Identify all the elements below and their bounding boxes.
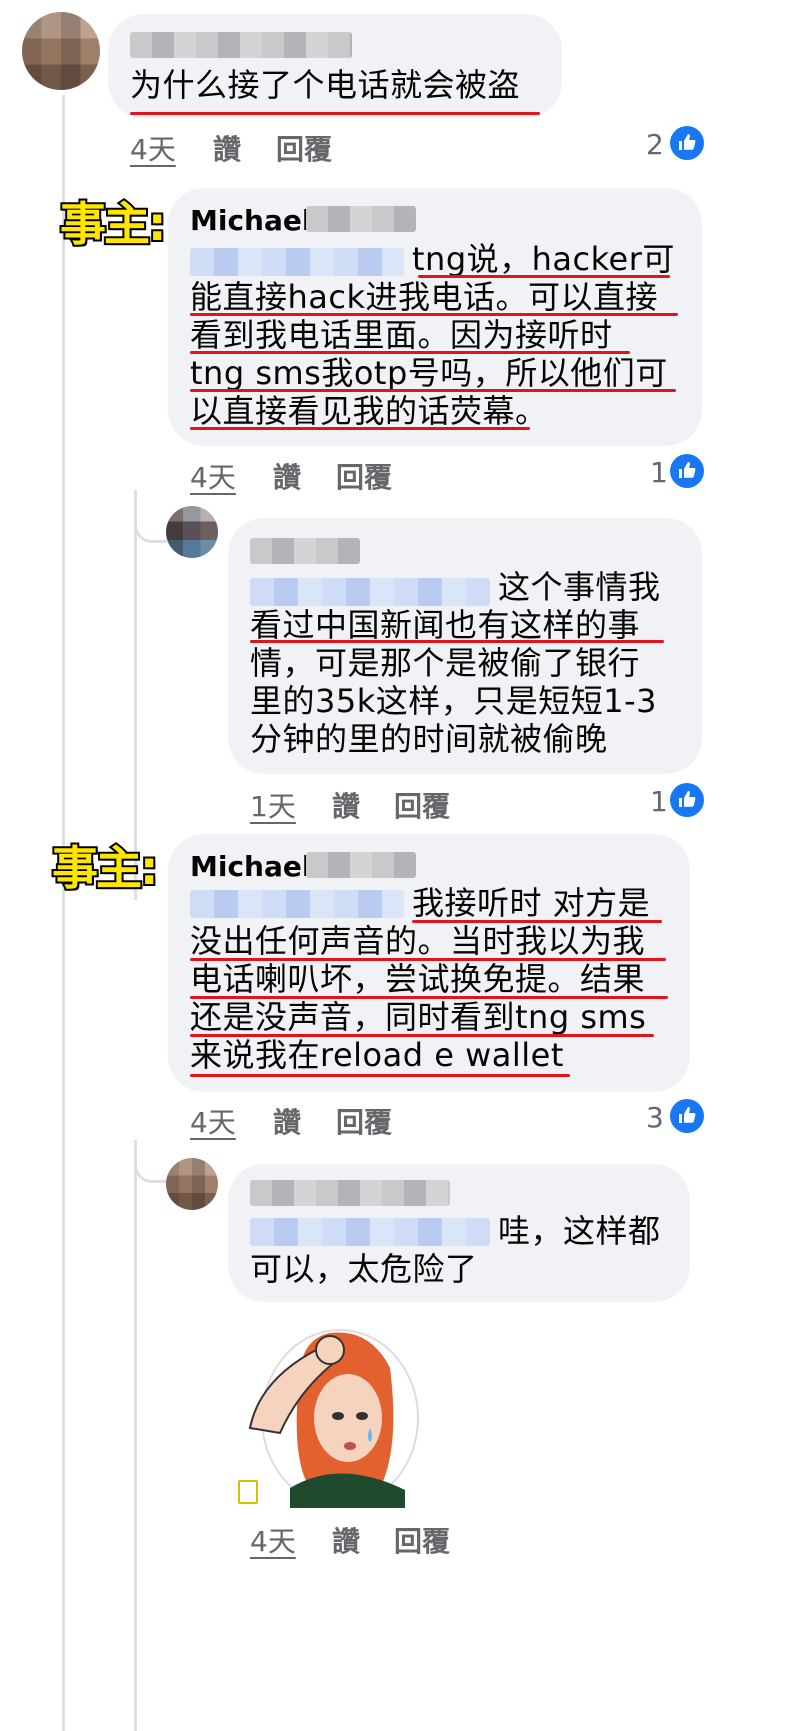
red-underline	[190, 996, 668, 999]
like-reaction-icon	[670, 454, 704, 488]
comment-text-line: 没出任何声音的。当时我以为我	[190, 922, 646, 960]
comment-text-line: 这个事情我	[498, 568, 661, 606]
blurred-mention-tag[interactable]	[190, 890, 404, 918]
like-reaction-icon	[670, 783, 704, 817]
blurred-author-name	[250, 1180, 450, 1206]
comment-text-line: 情，可是那个是被偷了银行	[250, 644, 641, 682]
comment-text-line: 我接听时 对方是	[412, 884, 651, 922]
comment-text: 为什么接了个电话就会被盗	[130, 66, 521, 104]
like-button[interactable]: 讚	[273, 456, 301, 496]
comment-time[interactable]: 4天	[250, 1520, 296, 1560]
owner-label: 事主:	[58, 195, 168, 253]
comment-text-line: 来说我在reload e wallet	[190, 1036, 564, 1074]
avatar[interactable]	[166, 1158, 218, 1210]
blurred-mention-tag[interactable]	[190, 248, 404, 276]
comment-text-line: 可以，太危险了	[250, 1250, 478, 1288]
file-icon	[238, 1480, 258, 1504]
owner-label: 事主:	[50, 839, 160, 897]
blurred-mention-tag[interactable]	[250, 1218, 490, 1246]
comment-time[interactable]: 4天	[190, 456, 236, 496]
like-button[interactable]: 讚	[332, 785, 360, 825]
thread-connector	[134, 510, 167, 543]
thread-line	[62, 95, 65, 1731]
blurred-author-name	[306, 852, 416, 878]
red-underline	[130, 112, 540, 115]
blurred-author-name	[306, 206, 416, 232]
reply-button[interactable]: 回覆	[276, 128, 332, 168]
blurred-mention-tag[interactable]	[250, 578, 490, 606]
reaction-count[interactable]: 2	[646, 128, 664, 161]
blurred-author-name	[250, 538, 360, 564]
comment-time[interactable]: 4天	[190, 1101, 236, 1141]
comment-text-line: 分钟的里的时间就被偷晚	[250, 720, 608, 758]
comment-bubble: 哇，这样都 可以，太危险了	[228, 1164, 690, 1302]
facepalm-sticker	[230, 1308, 430, 1508]
comment-bubble: Michael tng说，hacker可 能直接hack进我电话。可以直接 看到…	[168, 188, 702, 446]
comment-text-line: tng sms我otp号吗，所以他们可	[190, 354, 668, 392]
comment-text-line: 哇，这样都	[498, 1212, 661, 1250]
thread-connector	[134, 1150, 167, 1183]
comment-time[interactable]: 4天	[130, 128, 176, 168]
red-underline	[190, 389, 676, 392]
reaction-count[interactable]: 1	[650, 785, 668, 818]
like-reaction-icon	[670, 1099, 704, 1133]
reply-button[interactable]: 回覆	[394, 785, 450, 825]
reply-button[interactable]: 回覆	[336, 1101, 392, 1141]
red-underline	[190, 1074, 570, 1077]
reply-button[interactable]: 回覆	[394, 1520, 450, 1560]
comment-bubble: 这个事情我 看过中国新闻也有这样的事 情，可是那个是被偷了银行 里的35k这样，…	[228, 518, 702, 774]
red-underline	[250, 640, 664, 643]
like-button[interactable]: 讚	[273, 1101, 301, 1141]
comment-text-line: 以直接看见我的话荧幕。	[190, 392, 548, 430]
comment-author[interactable]: Michael	[190, 204, 311, 237]
comment-author[interactable]: Michael	[190, 850, 311, 883]
avatar[interactable]	[22, 12, 100, 90]
red-underline	[190, 351, 630, 354]
reaction-count[interactable]: 1	[650, 456, 668, 489]
comment-text-line: 电话喇叭坏，尝试换免提。结果	[190, 960, 646, 998]
like-button[interactable]: 讚	[213, 128, 241, 168]
comment-text-line: tng说，hacker可	[412, 240, 675, 278]
like-button[interactable]: 讚	[332, 1520, 360, 1560]
like-reaction-icon	[670, 126, 704, 160]
comment-text-line: 看到我电话里面。因为接听时	[190, 316, 613, 354]
comment-bubble: 为什么接了个电话就会被盗	[108, 14, 562, 118]
comment-bubble: Michael 我接听时 对方是 没出任何声音的。当时我以为我 电话喇叭坏，尝试…	[168, 834, 690, 1092]
red-underline	[190, 313, 678, 316]
red-underline	[190, 427, 530, 430]
red-underline	[190, 958, 666, 961]
comment-text-line: 还是没声音，同时看到tng sms	[190, 998, 647, 1036]
comment-text-line: 能直接hack进我电话。可以直接	[190, 278, 659, 316]
blurred-author-name	[130, 32, 352, 58]
thread-line-nested	[134, 1140, 137, 1731]
reaction-count[interactable]: 3	[646, 1101, 664, 1134]
comment-time[interactable]: 1天	[250, 785, 296, 825]
reply-button[interactable]: 回覆	[336, 456, 392, 496]
avatar[interactable]	[166, 506, 218, 558]
red-underline	[190, 1034, 654, 1037]
red-underline	[418, 275, 670, 278]
comment-text-line: 里的35k这样，只是短短1-3	[250, 682, 658, 720]
red-underline	[412, 920, 662, 923]
